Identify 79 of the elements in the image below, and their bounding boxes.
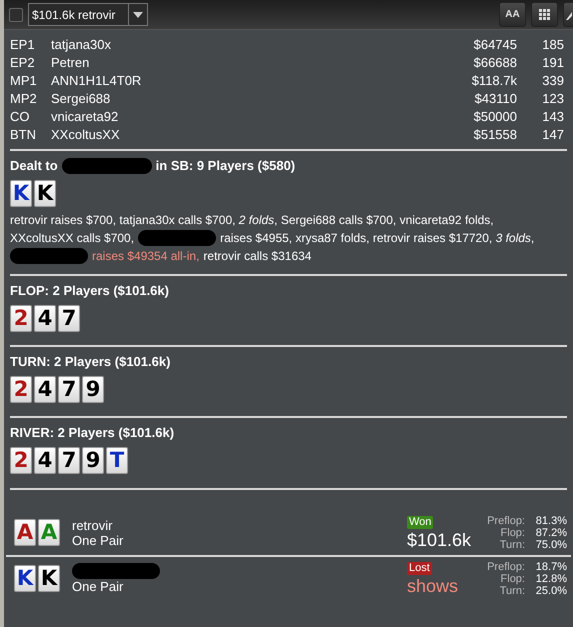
playing-card: K — [38, 565, 60, 592]
playing-card: 4 — [34, 305, 56, 332]
stack-amount: $66688 — [472, 54, 517, 72]
player-count: 185 — [541, 36, 565, 54]
checkbox[interactable] — [9, 8, 23, 22]
equity-value: 25.0% — [534, 584, 567, 596]
player-count: 123 — [541, 90, 565, 108]
playing-card: 4 — [34, 447, 56, 474]
equity-value: 81.3% — [534, 514, 567, 526]
playing-card: K — [34, 180, 56, 207]
playing-card: A — [14, 519, 36, 546]
playing-card: 9 — [82, 376, 104, 403]
font-size-button[interactable]: AA — [499, 2, 526, 27]
stack-amount: $51558 — [472, 126, 517, 144]
equity-label: Flop: — [500, 526, 525, 538]
playing-card: K — [14, 565, 36, 592]
playing-card: K — [10, 180, 32, 207]
stack-amount: $118.7k — [470, 72, 517, 90]
player-name: ANN1H1L4T0R — [51, 72, 142, 90]
result-amount: $101.6k — [407, 531, 472, 549]
playing-card: A — [38, 519, 60, 546]
equity-label: Preflop: — [487, 514, 525, 526]
action-text: retrovir calls $31634 — [203, 248, 312, 265]
player-name: Sergei688 — [51, 90, 112, 108]
player-name: XXcoltusXX — [51, 126, 121, 144]
stack-amount: $43110 — [474, 90, 517, 108]
playing-card: 2 — [10, 447, 32, 474]
result-amount: shows — [407, 577, 458, 595]
action-text: retrovir raises $700, tatjana30x calls $700, 2 folds, Sergei688 calls $700, vnicareta92 folds, — [10, 212, 494, 229]
playing-card: 7 — [58, 305, 80, 332]
equity-label: Turn: — [500, 538, 525, 550]
caret-icon — [133, 12, 143, 18]
equity-label: Turn: — [500, 584, 525, 596]
action-text: XXcoltusXX calls $700, — [10, 230, 134, 247]
position-label: CO — [10, 108, 30, 126]
hand-rank: One Pair — [72, 532, 124, 548]
player-name: Petren — [51, 54, 90, 72]
equity-value: 87.2% — [534, 526, 567, 538]
playing-card: 4 — [34, 376, 56, 403]
street-title: FLOP: 2 Players ($101.6k) — [10, 282, 169, 300]
result-badge: Won — [407, 516, 434, 529]
equity-value: 18.7% — [534, 560, 567, 572]
stack-amount: $50000 — [472, 108, 517, 126]
grid-icon — [539, 9, 550, 20]
player-count: 143 — [541, 108, 565, 126]
edit-button[interactable] — [563, 2, 573, 27]
position-label: MP1 — [10, 72, 38, 90]
action-text: raises $49354 all-in, — [92, 248, 200, 265]
action-text: raises $4955, xrysa87 folds, retrovir raises $17720, 3 folds, — [220, 230, 534, 247]
playing-card: 9 — [82, 447, 104, 474]
stack-amount: $64745 — [472, 36, 517, 54]
pencil-icon — [564, 10, 572, 20]
hand-select[interactable]: $101.6k retrovir — [28, 3, 148, 26]
position-label: BTN — [10, 126, 37, 144]
player-name: tatjana30x — [51, 36, 112, 54]
equity-value: 75.0% — [534, 538, 567, 550]
playing-card: T — [106, 447, 128, 474]
playing-card: 7 — [58, 447, 80, 474]
street-title: TURN: 2 Players ($101.6k) — [10, 353, 170, 372]
player-count: 147 — [541, 126, 565, 144]
playing-card: 2 — [10, 305, 32, 332]
playing-card: 7 — [58, 376, 80, 403]
equity-value: 12.8% — [534, 572, 567, 584]
street-title: RIVER: 2 Players ($101.6k) — [10, 424, 174, 442]
position-label: MP2 — [10, 90, 38, 108]
player-name: retrovir — [72, 518, 114, 532]
position-label: EP1 — [10, 36, 36, 54]
result-badge: Lost — [407, 562, 432, 575]
player-name: vnicareta92 — [51, 108, 120, 126]
equity-label: Preflop: — [487, 560, 525, 572]
hand-rank: One Pair — [72, 579, 124, 594]
playing-card: 2 — [10, 376, 32, 403]
player-count: 191 — [541, 54, 565, 72]
grid-button[interactable] — [531, 2, 558, 27]
position-label: EP2 — [10, 54, 36, 72]
street-title: Dealt to — [10, 157, 58, 176]
equity-label: Flop: — [500, 572, 525, 584]
player-count: 339 — [541, 72, 565, 90]
street-title: in SB: 9 Players ($580) — [156, 157, 296, 176]
